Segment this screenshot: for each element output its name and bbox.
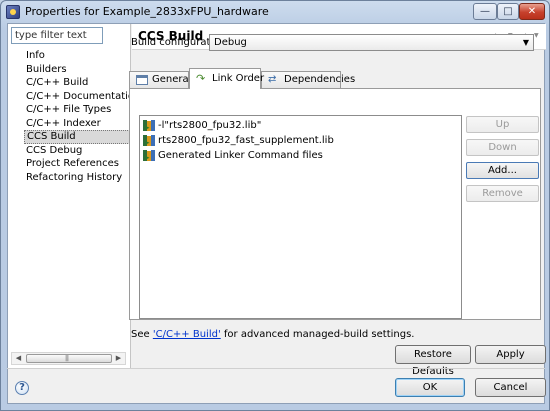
nav-item-ccs-debug[interactable]: CCS Debug (24, 144, 142, 158)
nav-item-cpp-indexer[interactable]: C/C++ Indexer (24, 117, 142, 131)
maximize-button[interactable]: □ (497, 3, 519, 20)
advanced-settings-note: See 'C/C++ Build' for advanced managed-b… (131, 329, 414, 340)
general-tab-icon (136, 75, 148, 85)
restore-defaults-button[interactable]: Restore Defaults (395, 345, 471, 377)
library-icon: ➤ (143, 150, 156, 162)
list-item-label: rts2800_fpu32_fast_supplement.lib (158, 135, 334, 146)
build-configuration-value: Debug (214, 37, 247, 48)
note-suffix: for advanced managed-build settings. (220, 329, 415, 340)
tab-general-label: General (152, 74, 192, 85)
forward-dropdown-icon[interactable]: ▼ (534, 32, 539, 39)
filter-input[interactable] (11, 27, 103, 44)
library-icon: ➤ (143, 120, 156, 132)
tab-general[interactable]: General (129, 71, 192, 88)
cpp-build-link[interactable]: 'C/C++ Build' (153, 329, 221, 340)
tab-link-order[interactable]: ↷ Link Order (189, 68, 265, 89)
nav-item-refactoring-history[interactable]: Refactoring History (24, 171, 142, 185)
app-icon (6, 5, 20, 19)
tab-dependencies[interactable]: ⇄ Dependencies (261, 71, 355, 88)
down-button[interactable]: Down (466, 139, 539, 156)
navigation-pane: Info Builders C/C++ Build C/C++ Document… (8, 24, 143, 369)
link-order-icon: ↷ (196, 72, 206, 85)
chevron-down-icon: ▼ (522, 38, 529, 47)
apply-button[interactable]: Apply (475, 345, 546, 364)
list-item[interactable]: ➤ Generated Linker Command files (140, 148, 461, 163)
title-bar: Properties for Example_2833xFPU_hardware… (1, 1, 549, 23)
ok-button[interactable]: OK (395, 378, 465, 397)
list-item[interactable]: ➤ rts2800_fpu32_fast_supplement.lib (140, 133, 461, 148)
grip-icon: ||| (65, 355, 69, 362)
dependencies-icon: ⇄ (268, 74, 277, 85)
nav-item-cpp-documentation[interactable]: C/C++ Documentation (24, 90, 142, 104)
horizontal-scrollbar[interactable]: ◀ ||| ▶ (11, 352, 126, 365)
note-prefix: See (131, 329, 153, 340)
list-item-label: Generated Linker Command files (158, 150, 323, 161)
list-item[interactable]: ➤ -l"rts2800_fpu32.lib" (140, 118, 461, 133)
tab-dependencies-label: Dependencies (284, 74, 356, 85)
properties-dialog: Properties for Example_2833xFPU_hardware… (0, 0, 550, 411)
nav-item-cpp-build[interactable]: C/C++ Build (24, 76, 142, 90)
scroll-right-icon[interactable]: ▶ (112, 353, 125, 364)
nav-item-info[interactable]: Info (24, 49, 142, 63)
link-order-list[interactable]: ➤ -l"rts2800_fpu32.lib" ➤ rts2800_fpu32_… (139, 115, 462, 319)
close-button[interactable]: ✕ (519, 3, 545, 20)
scroll-thumb[interactable]: ||| (26, 354, 112, 363)
divider (7, 368, 545, 369)
nav-item-builders[interactable]: Builders (24, 63, 142, 77)
help-icon[interactable]: ? (15, 381, 29, 395)
tab-link-order-label: Link Order (212, 73, 265, 84)
library-icon: ➤ (143, 135, 156, 147)
add-button[interactable]: Add... (466, 162, 539, 179)
scroll-left-icon[interactable]: ◀ (12, 353, 25, 364)
nav-item-project-references[interactable]: Project References (24, 157, 142, 171)
list-item-label: -l"rts2800_fpu32.lib" (158, 120, 262, 131)
window-title: Properties for Example_2833xFPU_hardware (25, 5, 269, 18)
nav-item-cpp-file-types[interactable]: C/C++ File Types (24, 103, 142, 117)
build-configuration-select[interactable]: Debug ▼ (209, 34, 534, 51)
cancel-button[interactable]: Cancel (475, 378, 546, 397)
property-tree: Info Builders C/C++ Build C/C++ Document… (24, 49, 143, 185)
nav-item-ccs-build[interactable]: CCS Build (24, 130, 143, 144)
up-button[interactable]: Up (466, 116, 539, 133)
minimize-button[interactable]: — (473, 3, 497, 20)
remove-button[interactable]: Remove (466, 185, 539, 202)
